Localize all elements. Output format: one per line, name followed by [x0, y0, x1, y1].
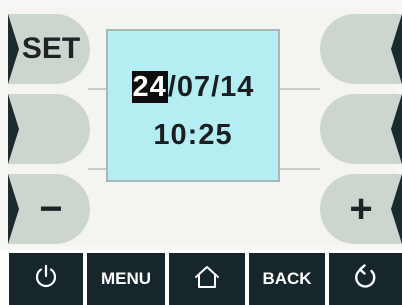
separator-left-upper — [88, 88, 108, 90]
home-button[interactable] — [169, 253, 245, 305]
plus-button-label: + — [349, 186, 373, 231]
right-top-button[interactable] — [320, 14, 402, 84]
right-middle-button-shape — [320, 94, 402, 164]
right-middle-button[interactable] — [320, 94, 402, 164]
home-icon — [193, 264, 221, 295]
menu-button[interactable]: MENU — [87, 253, 165, 305]
back-button-label: BACK — [262, 269, 312, 288]
separator-left-lower — [88, 168, 108, 170]
right-middle-button-notch — [391, 94, 402, 164]
power-icon — [34, 264, 58, 295]
refresh-button[interactable] — [329, 253, 402, 305]
minus-button-label: − — [39, 186, 63, 231]
time-readout: 10:25 — [153, 119, 233, 151]
lcd-display: 24/07/14 10:25 — [106, 29, 280, 182]
refresh-icon — [353, 263, 379, 296]
separator-right-upper — [278, 88, 320, 90]
right-top-button-notch — [391, 14, 402, 84]
menu-button-label: MENU — [100, 269, 152, 288]
minus-button[interactable]: − — [8, 174, 90, 244]
set-button[interactable]: SET — [8, 14, 90, 84]
date-month-year: /07/14 — [167, 71, 255, 103]
left-middle-button-shape — [8, 94, 90, 164]
separator-right-lower — [278, 168, 320, 170]
set-button-label: SET — [21, 32, 81, 65]
power-button[interactable] — [9, 253, 83, 305]
left-middle-button-notch — [8, 94, 19, 164]
back-button[interactable]: BACK — [249, 253, 325, 305]
right-top-button-shape — [320, 14, 402, 84]
date-readout: 24/07/14 — [108, 71, 278, 104]
date-day-selected: 24 — [131, 71, 168, 103]
plus-button[interactable]: + — [320, 174, 402, 244]
left-middle-button[interactable] — [8, 94, 90, 164]
